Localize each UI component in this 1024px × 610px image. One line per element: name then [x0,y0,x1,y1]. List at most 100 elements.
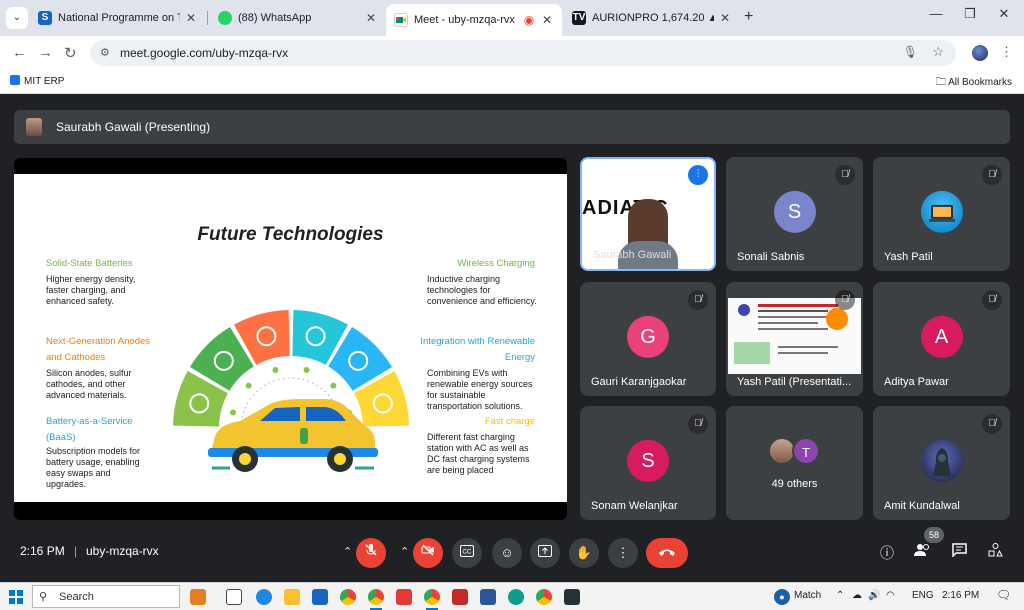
slide-text-wireless: Inductive charging technologies for conv… [427,274,537,306]
chrome-icon[interactable] [340,589,356,605]
edge-icon[interactable] [508,589,524,605]
language-indicator[interactable]: ENG [912,590,934,601]
reload-button[interactable]: ↻ [64,44,77,62]
profile-avatar[interactable] [972,45,988,61]
presenter-avatar [26,118,42,136]
participant-name: Sonam Welanjkar [591,500,678,512]
task-view-icon[interactable] [226,589,242,605]
close-icon[interactable]: ✕ [718,11,732,25]
weather-widget-label[interactable]: Match [794,590,821,601]
chrome-icon[interactable] [424,589,440,610]
tab-whatsapp[interactable]: (88) WhatsApp ✕ [210,5,386,31]
avatar: T [792,437,820,465]
camera-toggle-button[interactable] [413,538,443,568]
cricket-ball-icon[interactable]: ● [774,589,790,605]
slide-text-solid-state: Higher energy density, faster charging, … [46,274,136,306]
participant-tile-yash[interactable]: 🎙̸ Yash Patil [873,157,1010,271]
bookmark-mit-erp[interactable]: MIT ERP [10,75,64,87]
mic-off-icon: 🎙̸ [982,165,1002,185]
emoji-icon: ☺ [500,545,514,560]
all-bookmarks[interactable]: 🗀 All Bookmarks [936,75,1012,92]
omnibox[interactable]: ⚙ meet.google.com/uby-mzqa-rvx 🎙 ☆ [90,40,956,66]
captions-button[interactable]: CC [452,538,482,568]
fan-dot [230,409,237,416]
briefcase-icon[interactable] [190,589,206,605]
taskbar-clock[interactable]: 2:16 PM [942,590,979,601]
emoji-reaction-button[interactable]: ☺ [492,538,522,568]
captions-icon: CC [460,545,474,557]
close-icon[interactable]: ✕ [540,13,554,27]
mic-toggle-button[interactable] [356,538,386,568]
more-vert-icon: ⋮ [616,545,630,560]
participant-tile-sonam[interactable]: 🎙̸ S Sonam Welanjkar [580,406,716,520]
edge-icon[interactable] [256,589,272,605]
meeting-details-button[interactable]: ⓘ [877,543,897,563]
people-button[interactable] [912,543,932,560]
browser-menu-icon[interactable]: ⋮ [1000,44,1013,60]
chevron-up-icon[interactable]: ⌃ [400,545,409,558]
network-icon[interactable]: ☁ [852,590,862,601]
present-screen-button[interactable] [530,538,560,568]
site-info-icon[interactable]: ⚙ [100,46,110,59]
microphone-icon[interactable]: 🎙 [903,45,918,59]
back-button[interactable]: ← [12,44,27,61]
windows-taskbar: ⚲ Search ● Match ⌃ ☁ 🔊 ◠ ENG 2:16 PM 🗨 [0,582,1024,610]
presenter-label: Saurabh Gawali (Presenting) [56,120,211,134]
activities-button[interactable] [985,543,1005,560]
participant-tile-amit[interactable]: 🎙̸ Amit Kundalwal [873,406,1010,520]
acrobat-icon[interactable] [452,589,468,605]
folder-icon: 🗀 [935,77,946,88]
chat-icon [951,543,967,558]
participant-name: Yash Patil [884,251,933,263]
participant-tile-aditya[interactable]: 🎙̸ A Aditya Pawar [873,282,1010,396]
forward-button[interactable]: → [38,44,53,61]
bookmark-icon [10,75,20,85]
close-icon[interactable]: ✕ [184,11,198,25]
slide-text-anodes: Silicon anodes, sulfur cathodes, and oth… [46,368,132,400]
wifi-icon[interactable]: ◠ [886,590,895,601]
participant-tile-sonali[interactable]: 🎙̸ S Sonali Sabnis [726,157,863,271]
tab-meet[interactable]: Meet - uby-mzqa-rvx ◉ ✕ [386,4,562,36]
bookmark-star-icon[interactable]: ☆ [932,44,944,60]
restore-button[interactable]: ❐ [952,6,988,22]
slide-title: Future Technologies [197,224,384,245]
more-options-button[interactable]: ⋮ [608,538,638,568]
meeting-time: 2:16 PM [20,544,65,558]
avatar: S [773,190,816,233]
camera-off-icon [421,544,434,556]
participant-tile-others[interactable]: T 49 others [726,406,863,520]
explorer-icon[interactable] [284,589,300,605]
raise-hand-button[interactable]: ✋ [569,538,599,568]
chrome-icon[interactable] [536,589,552,605]
youtube-icon[interactable] [396,589,412,605]
tab-national-programme[interactable]: S National Programme on Techno ✕ [30,5,206,31]
chat-button[interactable] [949,543,969,560]
minimize-button[interactable]: — [918,6,954,21]
slide-heading-wireless: Wireless Charging [457,258,535,269]
chrome-icon[interactable] [368,589,384,610]
taskbar-search[interactable]: ⚲ Search [32,585,180,608]
windows-start-button[interactable] [9,590,23,604]
notifications-icon[interactable]: 🗨 [996,588,1011,602]
participant-tile-gauri[interactable]: 🎙̸ G Gauri Karanjgaokar [580,282,716,396]
tab-bar: ⌄ S National Programme on Techno ✕ (88) … [0,0,1024,36]
store-icon[interactable] [312,589,328,605]
terminal-icon[interactable] [564,589,580,605]
tradingview-icon: TV [572,11,586,25]
chevron-up-icon[interactable]: ⌃ [343,545,352,558]
word-icon[interactable] [480,589,496,605]
close-window-button[interactable]: ✕ [986,6,1022,22]
close-icon[interactable]: ✕ [364,11,378,25]
volume-icon[interactable]: 🔊 [868,590,880,601]
participant-tile-saurabh[interactable]: ADIATIC ⫶ Saurabh Gawali [580,157,716,271]
new-tab-button[interactable]: + [744,8,753,26]
tab-aurionpro[interactable]: TV AURIONPRO 1,674.20 ▲ +5% U ✕ [564,5,740,31]
tray-chevron-icon[interactable]: ⌃ [836,590,844,601]
leave-call-button[interactable] [646,538,688,568]
participant-name: Amit Kundalwal [884,500,960,512]
url-text[interactable]: meet.google.com/uby-mzqa-rvx [120,46,288,60]
presentation-area[interactable]: Future Technologies Solid-State Batterie… [14,158,567,520]
slide-heading-baas: Battery-as-a-Service (BaaS) [46,416,133,443]
participant-tile-yash-presentation[interactable]: 🎙̸ Yash Patil (Presentati... [726,282,863,396]
tab-search-dropdown[interactable]: ⌄ [6,7,28,29]
